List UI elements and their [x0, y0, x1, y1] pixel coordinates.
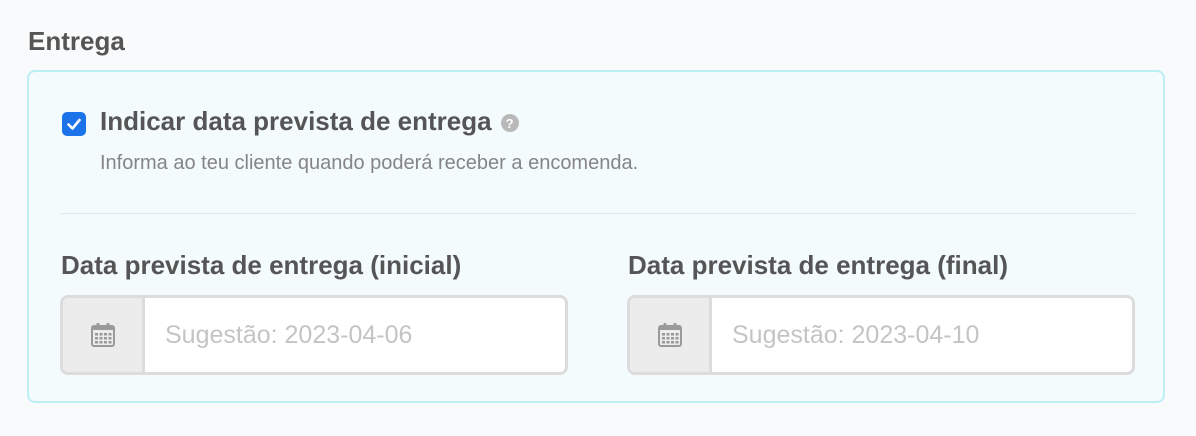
delivery-panel: Indicar data prevista de entrega ? Infor… [27, 70, 1165, 403]
end-date-field[interactable] [627, 295, 1135, 375]
end-date-addon[interactable] [630, 298, 712, 372]
question-circle-icon[interactable]: ? [500, 114, 519, 132]
delivery-date-checkbox[interactable] [62, 112, 86, 136]
start-date-input[interactable] [145, 298, 565, 372]
calendar-icon [657, 323, 682, 347]
end-date-input[interactable] [712, 298, 1132, 372]
start-date-field[interactable] [60, 295, 568, 375]
checkbox-label: Indicar data prevista de entrega [100, 106, 492, 136]
section-title: Entrega [28, 26, 125, 56]
divider [61, 213, 1135, 214]
start-date-label: Data prevista de entrega (inicial) [61, 250, 462, 280]
calendar-icon [90, 323, 115, 347]
end-date-label: Data prevista de entrega (final) [628, 250, 1008, 280]
start-date-addon[interactable] [63, 298, 145, 372]
checkmark-icon [67, 118, 81, 130]
checkbox-description: Informa ao teu cliente quando poderá rec… [100, 152, 639, 174]
delivery-date-option[interactable]: Indicar data prevista de entrega ? [100, 106, 519, 137]
